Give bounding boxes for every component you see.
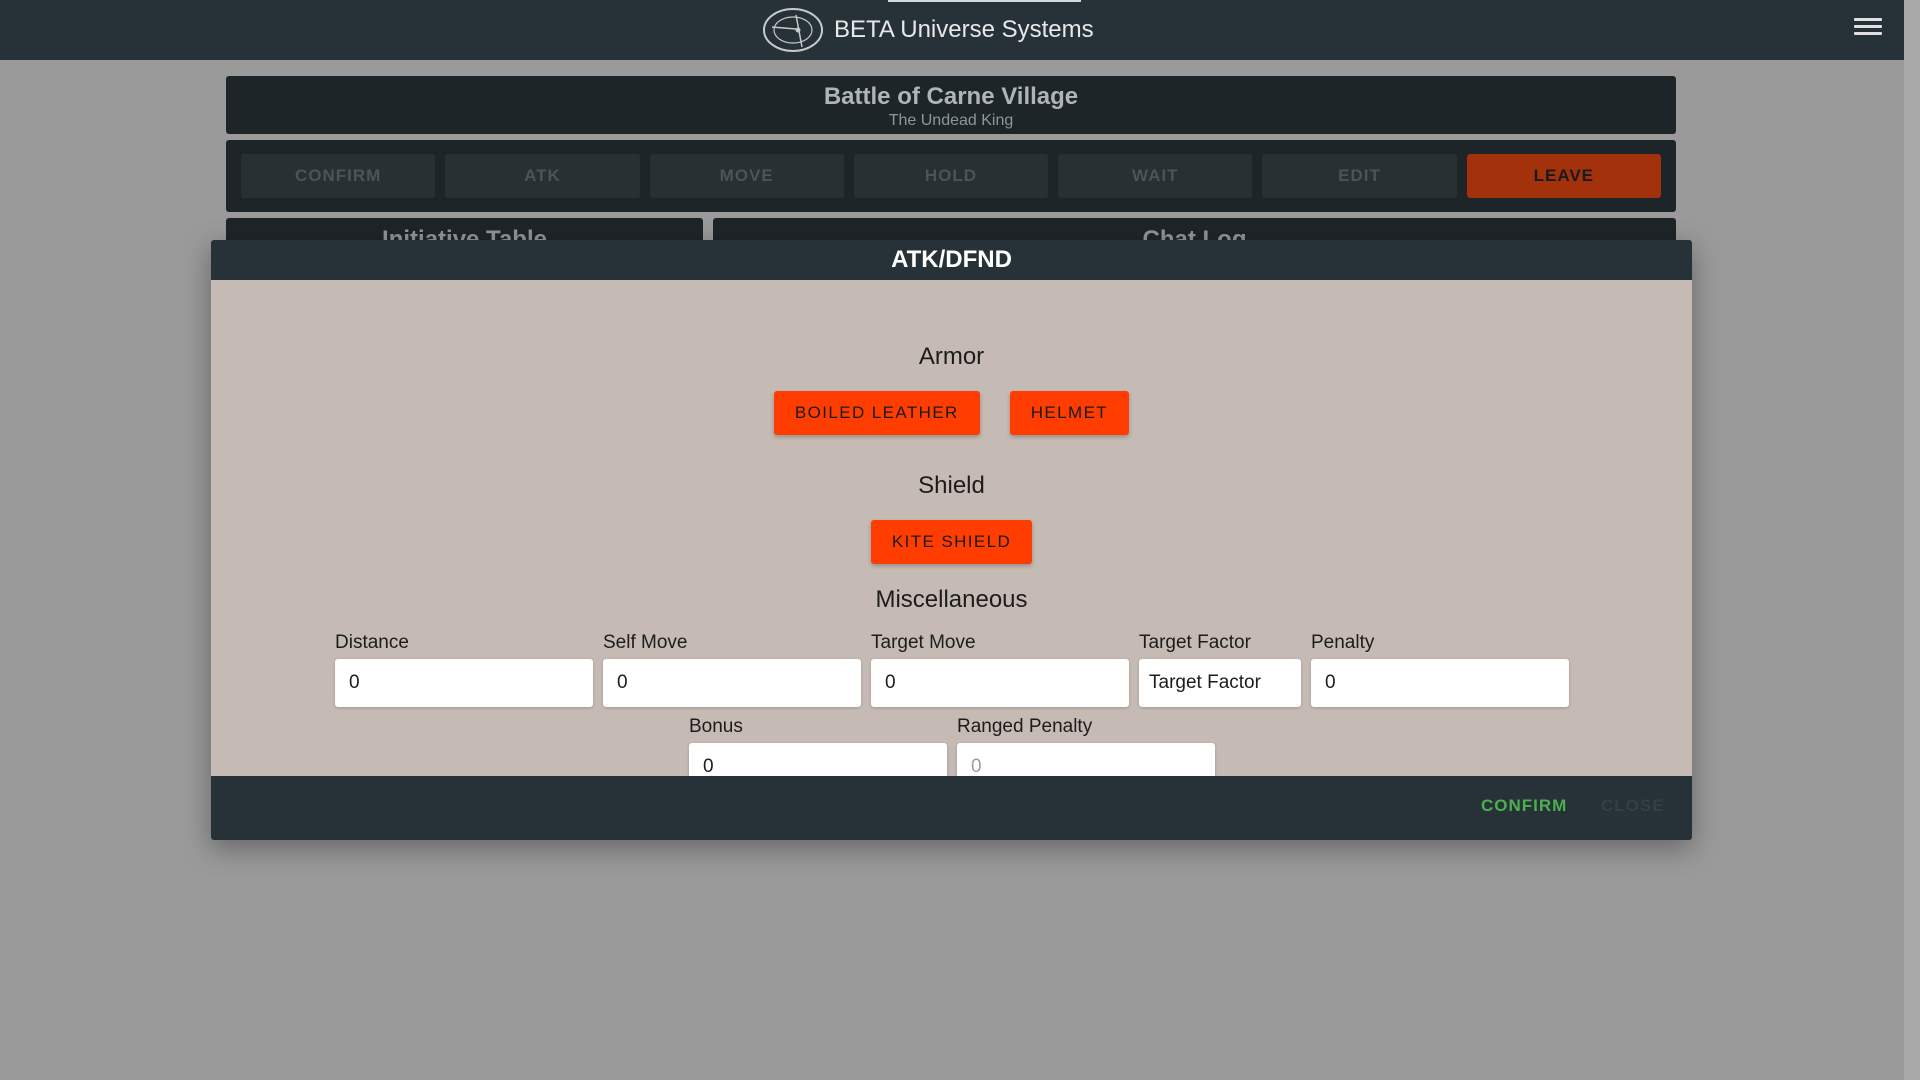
armor-buttons: BOILED LEATHER HELMET xyxy=(211,391,1692,435)
shield-heading: Shield xyxy=(918,472,985,499)
dialog-close-button[interactable]: CLOSE xyxy=(1601,796,1665,816)
target-factor-field: Target Factor xyxy=(1139,632,1301,707)
wait-action-button[interactable]: WAIT xyxy=(1058,154,1253,198)
self-move-field: Self Move xyxy=(603,632,861,707)
ranged-penalty-label: Ranged Penalty xyxy=(957,716,1093,737)
helmet-button[interactable]: HELMET xyxy=(1009,391,1130,435)
leave-action-button[interactable]: LEAVE xyxy=(1466,154,1661,198)
atk-dfnd-dialog: ATK/DFND Armor BOILED LEATHER HELMET Shi… xyxy=(211,240,1692,840)
bonus-label: Bonus xyxy=(689,716,743,737)
top-app-bar: BETA Universe Systems xyxy=(0,0,1904,60)
shield-buttons: KITE SHIELD xyxy=(211,520,1692,564)
distance-input[interactable] xyxy=(335,659,593,707)
atk-action-button[interactable]: ATK xyxy=(445,154,640,198)
distance-label: Distance xyxy=(335,632,409,653)
target-factor-select[interactable] xyxy=(1139,659,1301,707)
brand[interactable]: BETA Universe Systems xyxy=(762,7,1094,53)
edit-action-button[interactable]: EDIT xyxy=(1262,154,1457,198)
hamburger-menu-icon[interactable] xyxy=(1854,18,1882,42)
confirm-action-button[interactable]: CONFIRM xyxy=(241,154,436,198)
chat-log-panel: Chat Log xyxy=(713,218,1676,242)
initiative-table-title: Initiative Table xyxy=(382,226,547,242)
miscellaneous-heading: Miscellaneous xyxy=(875,586,1028,613)
penalty-input[interactable] xyxy=(1311,659,1569,707)
battle-header: Battle of Carne Village The Undead King xyxy=(226,76,1676,134)
penalty-field: Penalty xyxy=(1311,632,1569,707)
app-title: BETA Universe Systems xyxy=(834,16,1094,43)
kite-shield-button[interactable]: KITE SHIELD xyxy=(870,520,1033,564)
battle-subtitle: The Undead King xyxy=(888,112,1014,129)
move-action-button[interactable]: MOVE xyxy=(649,154,844,198)
dialog-footer: CONFIRM CLOSE xyxy=(211,776,1692,840)
initiative-table-panel: Initiative Table xyxy=(226,218,703,242)
penalty-label: Penalty xyxy=(1311,632,1375,653)
armor-heading: Armor xyxy=(918,343,985,370)
tab-indicator xyxy=(888,0,1081,2)
target-move-label: Target Move xyxy=(871,632,976,653)
self-move-input[interactable] xyxy=(603,659,861,707)
boiled-leather-button[interactable]: BOILED LEATHER xyxy=(773,391,980,435)
target-move-input[interactable] xyxy=(871,659,1129,707)
logo-icon xyxy=(763,8,823,52)
battle-action-bar: CONFIRM ATK MOVE HOLD WAIT EDIT LEAVE xyxy=(226,140,1676,212)
dialog-title: ATK/DFND xyxy=(211,240,1692,280)
target-move-field: Target Move xyxy=(871,632,1129,707)
distance-field: Distance xyxy=(335,632,593,707)
self-move-label: Self Move xyxy=(603,632,688,653)
battle-title: Battle of Carne Village xyxy=(823,83,1079,110)
target-factor-label: Target Factor xyxy=(1139,632,1251,653)
dialog-confirm-button[interactable]: CONFIRM xyxy=(1481,796,1567,816)
hold-action-button[interactable]: HOLD xyxy=(853,154,1049,198)
chat-log-title: Chat Log xyxy=(1142,226,1247,242)
page-scrollbar[interactable] xyxy=(1904,0,1920,1080)
dialog-body: Armor BOILED LEATHER HELMET Shield KITE … xyxy=(211,280,1692,791)
